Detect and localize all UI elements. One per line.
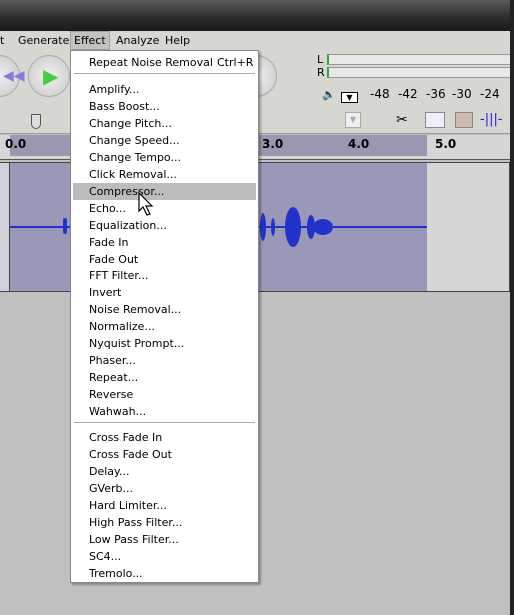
play-button[interactable]: ▶ [28,55,70,97]
speaker-icon: 🔈 [322,88,336,101]
menu-item-amplify[interactable]: Amplify... [73,81,256,98]
meter-dropdown-icon[interactable]: ▼ [341,92,358,103]
menu-item-repeat[interactable]: Repeat... [73,369,256,386]
ruler-label: 4.0 [348,137,370,151]
menu-generate[interactable]: Generate [18,34,69,47]
menu-item-phaser[interactable]: Phaser... [73,352,256,369]
menu-item-low-pass-filter[interactable]: Low Pass Filter... [73,531,256,548]
menu-item-change-speed[interactable]: Change Speed... [73,132,256,149]
window-edge [510,0,514,615]
meter-right-label: R [317,66,325,79]
meter-tick: -30 [452,87,472,101]
menu-item-equalization[interactable]: Equalization... [73,217,256,234]
mouse-cursor-icon [138,192,154,216]
menu-item-reverse[interactable]: Reverse [73,386,256,403]
paste-icon[interactable] [455,112,473,128]
menu-item-wahwah[interactable]: Wahwah... [73,403,256,420]
slider-thumb[interactable] [31,114,41,129]
waveform-burst [260,207,333,247]
menu-item-change-tempo[interactable]: Change Tempo... [73,149,256,166]
menu-item-fft-filter[interactable]: FFT Filter... [73,267,256,284]
meter-right [327,67,514,78]
dropdown-arrow-icon[interactable]: ▼ [345,112,361,128]
menu-item-sc4[interactable]: SC4... [73,548,256,565]
menu-item-hard-limiter[interactable]: Hard Limiter... [73,497,256,514]
shortcut-label: Ctrl+R [217,56,254,69]
meter-left-label: L [317,53,324,66]
effect-menu: Repeat Noise Removal Ctrl+R Amplify... Bas… [70,50,259,583]
menu-effect[interactable]: Effect [70,31,110,50]
waveform-blip [63,218,67,234]
title-bar [0,0,514,31]
menu-item-change-pitch[interactable]: Change Pitch... [73,115,256,132]
meter-tick: -24 [480,87,500,101]
menu-item-echo[interactable]: Echo... [73,200,256,217]
menu-item-tremolo[interactable]: Tremolo... [73,565,256,582]
menu-separator [74,73,255,75]
play-icon: ▶ [43,64,59,88]
menu-item-normalize[interactable]: Normalize... [73,318,256,335]
menu-item-delay[interactable]: Delay... [73,463,256,480]
menu-item-compressor[interactable]: Compressor... [73,182,256,200]
menu-item-fade-in[interactable]: Fade In [73,234,256,251]
menu-analyze[interactable]: Analyze [116,34,159,47]
menu-item-cross-fade-in[interactable]: Cross Fade In [73,429,256,446]
menu-item-bass-boost[interactable]: Bass Boost... [73,98,256,115]
menu-item-label: Repeat Noise Removal [89,56,213,69]
ruler-label: 3.0 [262,137,284,151]
menu-item-noise-removal[interactable]: Noise Removal... [73,301,256,318]
trim-icon[interactable]: ✂ [396,112,408,128]
menu-item-high-pass-filter[interactable]: High Pass Filter... [73,514,256,531]
ruler-label: 0.0 [5,137,27,151]
meter-left [327,54,514,65]
ruler-label: 5.0 [435,137,457,151]
menu-item-nyquist-prompt[interactable]: Nyquist Prompt... [73,335,256,352]
menu-item-cross-fade-out[interactable]: Cross Fade Out [73,446,256,463]
meter-tick: -48 [370,87,390,101]
menu-help[interactable]: Help [165,34,190,47]
menu-item-fade-out[interactable]: Fade Out [73,251,256,268]
menu-separator [74,422,255,424]
silence-icon[interactable]: -|||- [480,112,503,127]
menu-item-repeat-noise-removal[interactable]: Repeat Noise Removal Ctrl+R [73,54,256,71]
meter-tick: -36 [426,87,446,101]
menu-item-click-removal[interactable]: Click Removal... [73,166,256,183]
menu-item-gverb[interactable]: GVerb... [73,480,256,497]
menu-bar: t Generate Effect Analyze Help [0,31,514,50]
copy-icon[interactable] [425,112,445,128]
menu-edit[interactable]: t [0,34,4,47]
meter-tick: -42 [398,87,418,101]
amplitude-ruler [0,163,10,291]
menu-item-invert[interactable]: Invert [73,284,256,301]
skip-start-icon: ◀◀ [3,68,25,84]
